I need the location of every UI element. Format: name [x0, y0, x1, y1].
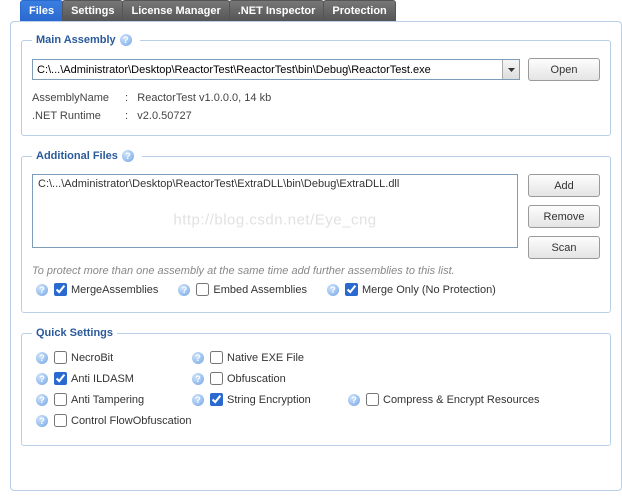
- help-icon[interactable]: ?: [120, 34, 132, 46]
- necrobit-label: NecroBit: [71, 352, 113, 364]
- anti-ildasm-input[interactable]: [54, 372, 67, 385]
- additional-files-group: Additional Files ? C:\...\Administrator\…: [21, 150, 611, 313]
- scan-button[interactable]: Scan: [528, 236, 600, 259]
- main-assembly-legend: Main Assembly: [36, 34, 116, 46]
- merge-only-label: Merge Only (No Protection): [362, 284, 496, 296]
- remove-button[interactable]: Remove: [528, 205, 600, 228]
- help-icon[interactable]: ?: [122, 150, 134, 162]
- obfuscation-label: Obfuscation: [227, 373, 286, 385]
- additional-files-list[interactable]: C:\...\Administrator\Desktop\ReactorTest…: [32, 174, 518, 248]
- native-exe-label: Native EXE File: [227, 352, 304, 364]
- additional-files-note: To protect more than one assembly at the…: [32, 265, 600, 277]
- merge-assemblies-checkbox[interactable]: ? MergeAssemblies: [32, 283, 158, 296]
- help-icon[interactable]: ?: [192, 352, 204, 364]
- assembly-name-value: ReactorTest v1.0.0.0, 14 kb: [137, 92, 271, 104]
- help-icon[interactable]: ?: [36, 394, 48, 406]
- help-icon[interactable]: ?: [36, 415, 48, 427]
- compress-encrypt-checkbox[interactable]: ? Compress & Encrypt Resources: [344, 393, 540, 406]
- main-assembly-combo[interactable]: [32, 59, 520, 80]
- main-assembly-path-input[interactable]: [33, 60, 502, 79]
- anti-tampering-checkbox[interactable]: ? Anti Tampering: [32, 393, 172, 406]
- merge-assemblies-label: MergeAssemblies: [71, 284, 158, 296]
- string-encryption-checkbox[interactable]: ? String Encryption: [188, 393, 328, 406]
- watermark-text: http://blog.csdn.net/Eye_cng: [173, 211, 376, 228]
- open-button[interactable]: Open: [528, 58, 600, 81]
- tab-license-manager[interactable]: License Manager: [122, 0, 229, 21]
- add-button[interactable]: Add: [528, 174, 600, 197]
- help-icon[interactable]: ?: [192, 394, 204, 406]
- compress-encrypt-label: Compress & Encrypt Resources: [383, 394, 540, 406]
- additional-files-legend: Additional Files: [36, 150, 118, 162]
- necrobit-input[interactable]: [54, 351, 67, 364]
- merge-only-checkbox[interactable]: ? Merge Only (No Protection): [323, 283, 496, 296]
- help-icon[interactable]: ?: [36, 352, 48, 364]
- obfuscation-input[interactable]: [210, 372, 223, 385]
- embed-assemblies-input[interactable]: [196, 283, 209, 296]
- native-exe-checkbox[interactable]: ? Native EXE File: [188, 351, 328, 364]
- anti-tampering-input[interactable]: [54, 393, 67, 406]
- string-encryption-label: String Encryption: [227, 394, 311, 406]
- control-flow-checkbox[interactable]: ? Control FlowObfuscation: [32, 414, 191, 427]
- tab-bar: Files Settings License Manager .NET Insp…: [20, 0, 622, 21]
- tab-files[interactable]: Files: [20, 0, 63, 21]
- help-icon[interactable]: ?: [192, 373, 204, 385]
- net-runtime-label: .NET Runtime: [32, 107, 122, 125]
- help-icon[interactable]: ?: [36, 284, 48, 296]
- quick-settings-group: Quick Settings ? NecroBit ? Native EXE F…: [21, 327, 611, 446]
- assembly-name-label: AssemblyName: [32, 89, 122, 107]
- tab-protection[interactable]: Protection: [323, 0, 395, 21]
- list-item[interactable]: C:\...\Administrator\Desktop\ReactorTest…: [38, 178, 512, 190]
- help-icon[interactable]: ?: [36, 373, 48, 385]
- anti-tampering-label: Anti Tampering: [71, 394, 144, 406]
- compress-encrypt-input[interactable]: [366, 393, 379, 406]
- tab-net-inspector[interactable]: .NET Inspector: [229, 0, 325, 21]
- help-icon[interactable]: ?: [327, 284, 339, 296]
- tab-settings[interactable]: Settings: [62, 0, 123, 21]
- help-icon[interactable]: ?: [348, 394, 360, 406]
- string-encryption-input[interactable]: [210, 393, 223, 406]
- control-flow-label: Control FlowObfuscation: [71, 415, 191, 427]
- help-icon[interactable]: ?: [178, 284, 190, 296]
- main-assembly-group: Main Assembly ? Open AssemblyName : Reac…: [21, 34, 611, 136]
- merge-only-input[interactable]: [345, 283, 358, 296]
- anti-ildasm-label: Anti ILDASM: [71, 373, 134, 385]
- control-flow-input[interactable]: [54, 414, 67, 427]
- obfuscation-checkbox[interactable]: ? Obfuscation: [188, 372, 328, 385]
- anti-ildasm-checkbox[interactable]: ? Anti ILDASM: [32, 372, 172, 385]
- native-exe-input[interactable]: [210, 351, 223, 364]
- embed-assemblies-checkbox[interactable]: ? Embed Assemblies: [174, 283, 307, 296]
- embed-assemblies-label: Embed Assemblies: [213, 284, 307, 296]
- necrobit-checkbox[interactable]: ? NecroBit: [32, 351, 172, 364]
- net-runtime-value: v2.0.50727: [137, 110, 191, 122]
- merge-assemblies-input[interactable]: [54, 283, 67, 296]
- chevron-down-icon[interactable]: [502, 60, 519, 79]
- files-panel: Main Assembly ? Open AssemblyName : Reac…: [10, 21, 622, 491]
- quick-settings-legend: Quick Settings: [36, 327, 113, 339]
